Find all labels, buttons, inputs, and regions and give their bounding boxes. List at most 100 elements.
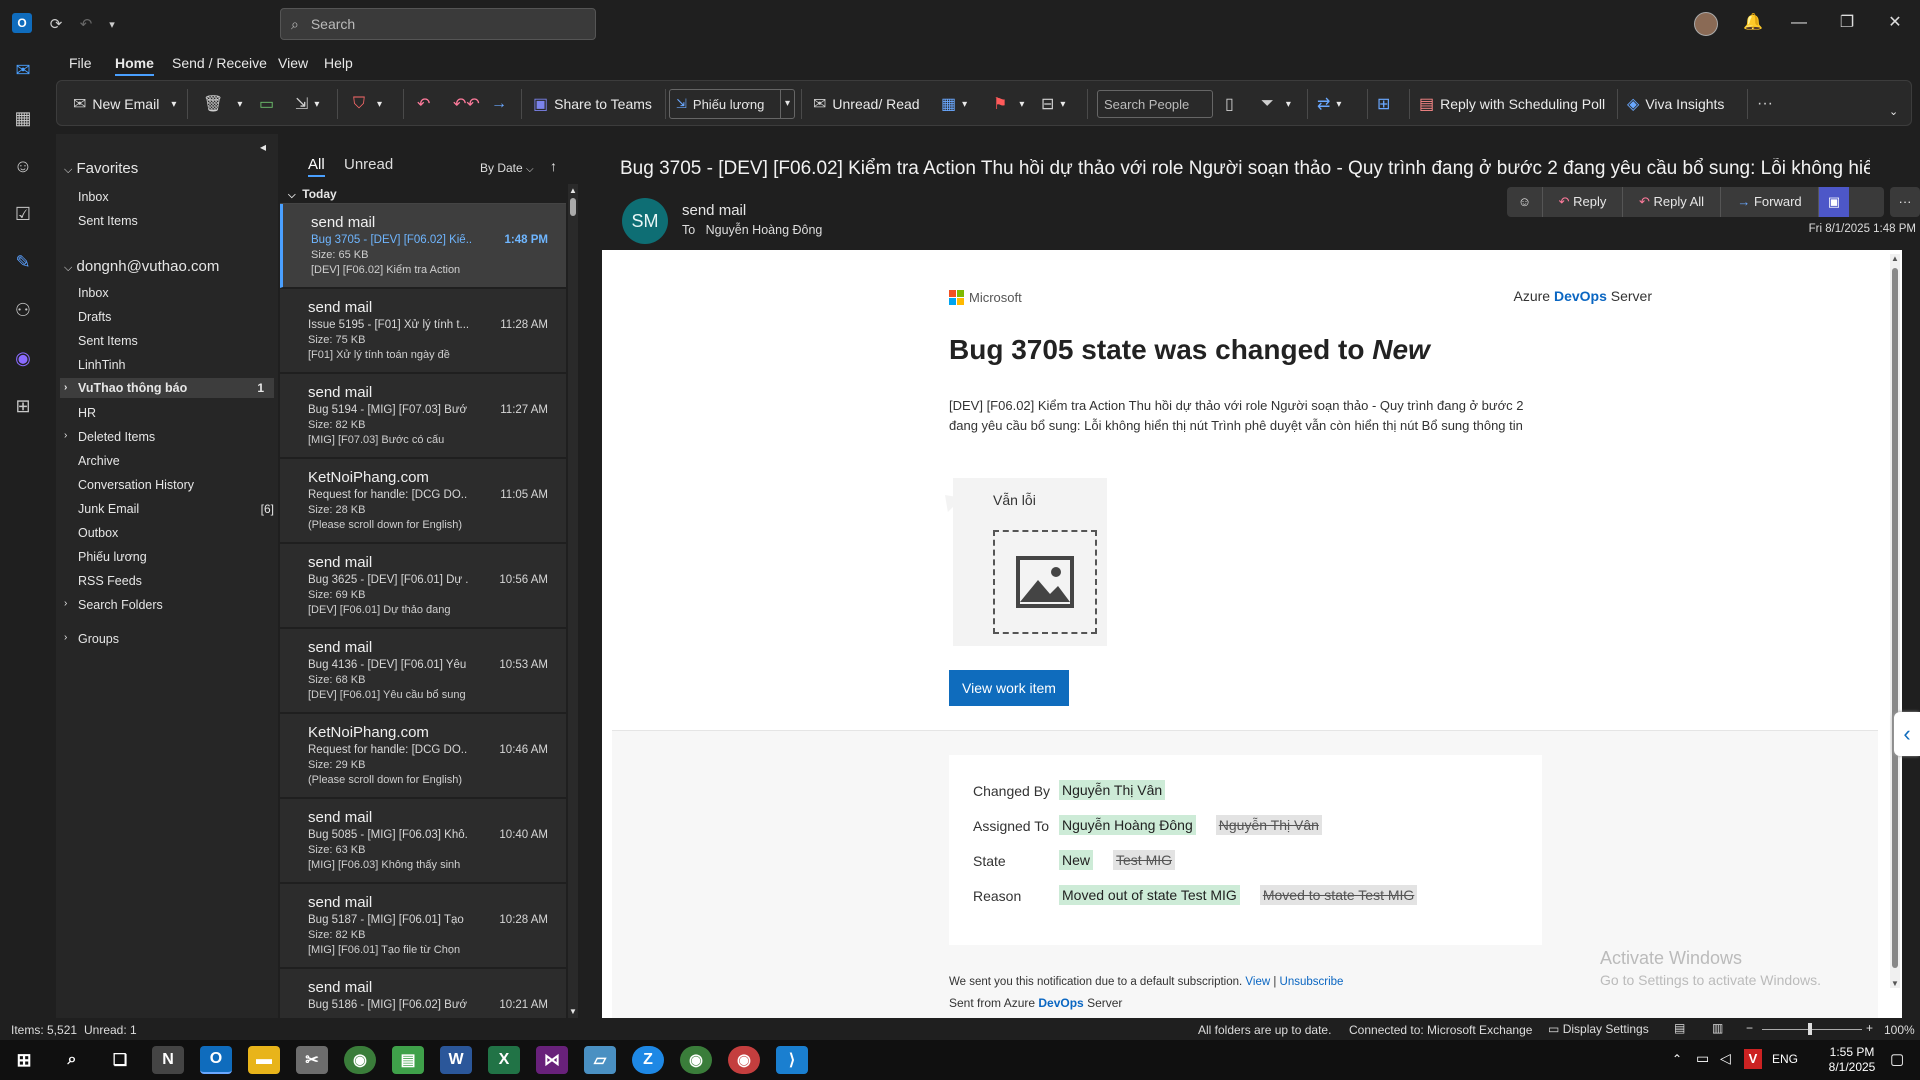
- maximize-button[interactable]: ❐: [1832, 10, 1862, 36]
- task-view-icon[interactable]: ❏: [104, 1046, 136, 1074]
- viva-insights-button[interactable]: ◈ Viva Insights: [1627, 90, 1724, 118]
- zoom-in-icon[interactable]: +: [1866, 1021, 1873, 1035]
- share-to-teams-button[interactable]: ▣ Share to Teams: [533, 90, 652, 118]
- unikey-icon[interactable]: V: [1744, 1049, 1762, 1069]
- tasks-icon[interactable]: ☑: [11, 202, 35, 226]
- reply-with-scheduling-poll-button[interactable]: ▤ Reply with Scheduling Poll: [1419, 90, 1605, 118]
- tab-view[interactable]: View: [278, 55, 308, 71]
- folder-sent-items[interactable]: Sent Items: [78, 334, 138, 348]
- fav-sent-items[interactable]: Sent Items: [78, 214, 138, 228]
- minimize-button[interactable]: —: [1784, 10, 1814, 36]
- forward-button[interactable]: →: [491, 90, 507, 118]
- expand-side-panel-button[interactable]: ‹: [1894, 712, 1920, 756]
- notification-center-icon[interactable]: ▢: [1890, 1050, 1904, 1068]
- snipping-tool-icon[interactable]: ✂: [296, 1046, 328, 1074]
- tab-file[interactable]: File: [69, 55, 92, 71]
- collapse-ribbon-button[interactable]: ⌄: [1889, 97, 1898, 125]
- avatar[interactable]: [1694, 12, 1718, 36]
- input-language[interactable]: ENG: [1772, 1052, 1798, 1066]
- mail-scrollbar[interactable]: ▲ ▼: [1890, 254, 1900, 988]
- zalo-icon[interactable]: Z: [632, 1046, 664, 1074]
- folder-outbox[interactable]: Outbox: [78, 526, 118, 540]
- reading-reply-button[interactable]: ↶ Reply: [1543, 187, 1623, 217]
- scrollbar-thumb[interactable]: [570, 198, 576, 216]
- zoom-out-icon[interactable]: −: [1746, 1021, 1753, 1035]
- quick-step-select[interactable]: ⇲ Phiếu lương ▾: [669, 89, 795, 119]
- report-button[interactable]: ⛉ ▾: [353, 90, 382, 118]
- address-book-button[interactable]: ▯: [1225, 90, 1234, 118]
- categorize-button[interactable]: ▦ ▾: [941, 90, 967, 118]
- filter-all-tab[interactable]: All: [308, 156, 325, 177]
- reading-view-icon[interactable]: ▥: [1712, 1021, 1723, 1035]
- folder-conversation-history[interactable]: Conversation History: [78, 478, 194, 492]
- message-row[interactable]: KetNoiPhang.com Request for handle: [DCG …: [280, 714, 566, 798]
- network-icon[interactable]: ▭: [1696, 1050, 1709, 1067]
- chrome-alt-icon[interactable]: ◉: [728, 1046, 760, 1074]
- excel-icon[interactable]: X: [488, 1046, 520, 1074]
- copilot-icon[interactable]: ◉: [11, 346, 35, 370]
- filter-email-button[interactable]: ⏷ ▾: [1261, 90, 1291, 118]
- close-button[interactable]: ✕: [1880, 10, 1910, 36]
- zoom-slider[interactable]: [1762, 1023, 1862, 1035]
- folder-rss-feeds[interactable]: RSS Feeds: [78, 574, 142, 588]
- fav-inbox[interactable]: Inbox: [78, 190, 109, 204]
- folder-vuthao-thong-bao[interactable]: › VuThao thông báo 1: [60, 378, 274, 398]
- group-header-today[interactable]: ⌵ Today: [280, 184, 566, 204]
- clock[interactable]: 1:55 PM 8/1/2025: [1822, 1045, 1882, 1075]
- reading-reply-all-button[interactable]: ↶ Reply All: [1623, 187, 1721, 217]
- visual-studio-icon[interactable]: ⋈: [536, 1046, 568, 1074]
- all-apps-button[interactable]: ⊞: [1377, 90, 1390, 118]
- file-explorer-icon[interactable]: ▬: [248, 1046, 280, 1074]
- tab-help[interactable]: Help: [324, 55, 353, 71]
- chrome-icon[interactable]: ◉: [344, 1046, 376, 1074]
- outlook-taskbar-icon[interactable]: O: [200, 1046, 232, 1074]
- reply-button[interactable]: ↶: [417, 90, 430, 118]
- windows-start-icon[interactable]: ⊞: [8, 1046, 40, 1074]
- tab-send-receive[interactable]: Send / Receive: [172, 55, 267, 71]
- sort-direction-icon[interactable]: ↑: [550, 158, 557, 174]
- emoji-react-button[interactable]: ☺: [1507, 187, 1543, 217]
- scroll-up-icon[interactable]: ▲: [569, 186, 577, 195]
- notepad-icon[interactable]: ▤: [392, 1046, 424, 1074]
- scroll-down-icon[interactable]: ▼: [569, 1007, 577, 1016]
- translate-button[interactable]: ⇄ ▾: [1317, 90, 1341, 118]
- folder-archive[interactable]: Archive: [78, 454, 120, 468]
- search-input[interactable]: ⌕ Search: [280, 8, 596, 40]
- flag-button[interactable]: ⚑ ▾: [993, 90, 1024, 118]
- undo-icon[interactable]: ↶: [74, 12, 98, 36]
- search-people-input[interactable]: Search People: [1097, 90, 1213, 118]
- message-row[interactable]: send mail Bug 5085 - [MIG] [F06.03] Khô..…: [280, 799, 566, 883]
- move-button[interactable]: ⇲ ▾: [295, 90, 319, 118]
- notion-icon[interactable]: N: [152, 1046, 184, 1074]
- tray-chevron-icon[interactable]: ⌃: [1672, 1052, 1682, 1066]
- folder-search-folders[interactable]: › Search Folders: [64, 598, 163, 612]
- mail-icon[interactable]: ✉: [11, 58, 35, 82]
- display-settings-button[interactable]: ▭ Display Settings: [1548, 1022, 1649, 1036]
- scroll-down-icon[interactable]: ▼: [1891, 979, 1899, 988]
- scroll-up-icon[interactable]: ▲: [1891, 254, 1899, 263]
- people-icon[interactable]: ☺: [11, 154, 35, 178]
- filter-unread-tab[interactable]: Unread: [344, 156, 393, 173]
- list-scrollbar[interactable]: ▲ ▼: [568, 184, 578, 1018]
- sync-icon[interactable]: ⟳: [44, 12, 68, 36]
- word-icon[interactable]: W: [440, 1046, 472, 1074]
- footer-view-link[interactable]: View: [1245, 976, 1270, 988]
- recipient-name[interactable]: Nguyễn Hoàng Đông: [706, 223, 823, 237]
- folder-hr[interactable]: HR: [78, 406, 96, 420]
- message-row[interactable]: send mail Issue 5195 - [F01] Xử lý tính t…: [280, 289, 566, 373]
- unread-read-button[interactable]: ✉ Unread/ Read: [813, 90, 920, 118]
- zoom-slider-thumb[interactable]: [1808, 1023, 1812, 1035]
- message-row[interactable]: KetNoiPhang.com Request for handle: [DCG …: [280, 459, 566, 543]
- folder-inbox[interactable]: Inbox: [78, 286, 109, 300]
- folder-phieu-luong[interactable]: Phiếu lương: [78, 550, 147, 564]
- view-work-item-button[interactable]: View work item: [949, 670, 1069, 706]
- new-email-button[interactable]: ✉ New Email ▾: [73, 90, 176, 118]
- message-row[interactable]: send mail Bug 5194 - [MIG] [F07.03] Bướ..…: [280, 374, 566, 458]
- favorites-header[interactable]: ⌵ Favorites: [64, 160, 138, 177]
- archive-button[interactable]: ▭: [259, 90, 274, 118]
- message-row[interactable]: send mail Bug 4136 - [DEV] [F06.01] Yêu .…: [280, 629, 566, 713]
- message-row[interactable]: send mail Bug 5187 - [MIG] [F06.01] Tạo .…: [280, 884, 566, 968]
- folder-linhtinh[interactable]: LinhTinh: [78, 358, 126, 372]
- sort-by-date[interactable]: By Date ⌵: [480, 161, 534, 175]
- groups-header[interactable]: › Groups: [64, 632, 119, 646]
